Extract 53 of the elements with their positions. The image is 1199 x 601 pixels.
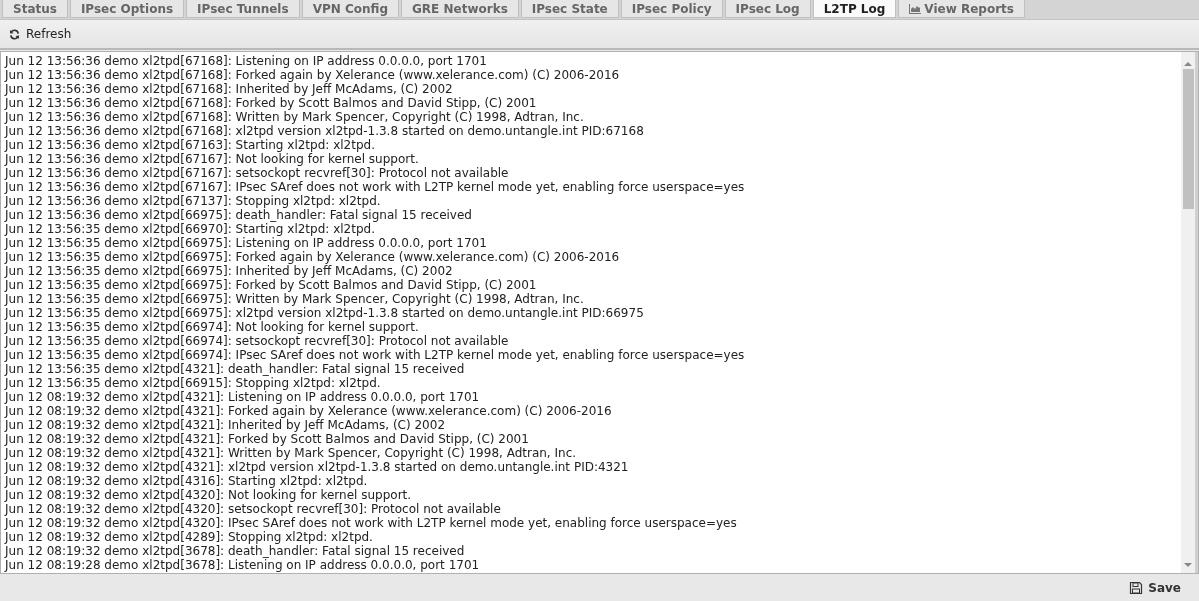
- refresh-icon: [9, 28, 20, 40]
- log-line: Jun 12 13:56:35 demo xl2tpd[4321]: death_handler: Fatal signal 15 received: [5, 362, 466, 376]
- log-line: Jun 12 08:19:32 demo xl2tpd[4320]: setsockopt recvref[30]: Protocol not available: [5, 502, 502, 516]
- tab[interactable]: Status: [2, 0, 68, 18]
- log-line: Jun 12 08:19:32 demo xl2tpd[4316]: Starting xl2tpd: xl2tpd.: [5, 474, 369, 488]
- tab[interactable]: GRE Networks: [401, 0, 519, 18]
- tab[interactable]: IPsec Options: [69, 0, 185, 18]
- tab[interactable]: VPN Config: [301, 0, 399, 18]
- log-line: Jun 12 13:56:36 demo xl2tpd[66975]: death_handler: Fatal signal 15 received: [5, 208, 473, 222]
- log-line: Jun 12 08:19:32 demo xl2tpd[4321]: Listening on IP address 0.0.0.0, port 1701: [5, 390, 481, 404]
- log-line: Jun 12 08:19:28 demo xl2tpd[3678]: Listening on IP address 0.0.0.0, port 1701: [5, 558, 481, 572]
- log-line: Jun 12 13:56:35 demo xl2tpd[66975]: Listening on IP address 0.0.0.0, port 1701: [5, 236, 488, 250]
- log-line: Jun 12 13:56:35 demo xl2tpd[66975]: xl2tpd version xl2tpd-1.3.8 started on demo.untangle.int PID:66975: [5, 306, 645, 320]
- log-line: Jun 12 13:56:35 demo xl2tpd[66974]: setsockopt recvref[30]: Protocol not available: [5, 334, 510, 348]
- log-line: Jun 12 08:19:32 demo xl2tpd[4321]: Forked again by Xelerance (www.xelerance.com) (C) 2006-2016: [5, 404, 613, 418]
- log-line: Jun 12 08:19:32 demo xl2tpd[4321]: Written by Mark Spencer, Copyright (C) 1998, Adtran, Inc.: [5, 446, 578, 460]
- log-line: Jun 12 13:56:36 demo xl2tpd[67167]: setsockopt recvref[30]: Protocol not available: [5, 166, 510, 180]
- tab[interactable]: IPsec Policy: [620, 0, 723, 18]
- log-line: Jun 12 08:19:32 demo xl2tpd[4321]: xl2tpd version xl2tpd-1.3.8 started on demo.untangle.int PID:4321: [5, 460, 630, 474]
- tab[interactable]: View Reports: [898, 0, 1025, 18]
- log-line: Jun 12 13:56:35 demo xl2tpd[66915]: Stopping xl2tpd: xl2tpd.: [5, 376, 382, 390]
- tab[interactable]: IPsec Log: [724, 0, 811, 18]
- tab[interactable]: IPsec State: [520, 0, 619, 18]
- log-line: Jun 12 13:56:35 demo xl2tpd[66975]: Forked by Scott Balmos and David Stipp, (C) 2001: [5, 278, 538, 292]
- save-button[interactable]: Save: [1123, 579, 1187, 596]
- scrollbar[interactable]: [1181, 52, 1198, 573]
- log-line: Jun 12 13:56:36 demo xl2tpd[67168]: xl2tpd version xl2tpd-1.3.8 started on demo.untangle.int PID:67168: [5, 124, 645, 138]
- log-line: Jun 12 13:56:35 demo xl2tpd[66975]: Inherited by Jeff McAdams, (C) 2002: [5, 264, 454, 278]
- log-line: Jun 12 08:19:32 demo xl2tpd[4321]: Inherited by Jeff McAdams, (C) 2002: [5, 418, 446, 432]
- log-line: Jun 12 13:56:35 demo xl2tpd[66975]: Written by Mark Spencer, Copyright (C) 1998, Adtran, Inc.: [5, 292, 585, 306]
- log-line: Jun 12 13:56:36 demo xl2tpd[67167]: Not looking for kernel support.: [5, 152, 420, 166]
- log-line: Jun 12 13:56:35 demo xl2tpd[66974]: Not looking for kernel support.: [5, 320, 420, 334]
- tab[interactable]: IPsec Tunnels: [186, 0, 300, 18]
- log-line: Jun 12 13:56:36 demo xl2tpd[67167]: IPsec SAref does not work with L2TP kernel mode yet, enabling force userspace=yes: [5, 180, 746, 194]
- log-line: Jun 12 13:56:35 demo xl2tpd[66970]: Starting xl2tpd: xl2tpd.: [5, 222, 376, 236]
- log-line: Jun 12 08:19:32 demo xl2tpd[4289]: Stopping xl2tpd: xl2tpd.: [5, 530, 374, 544]
- log-line: Jun 12 13:56:35 demo xl2tpd[66975]: Forked again by Xelerance (www.xelerance.com) (C) 2006-2016: [5, 250, 621, 264]
- log-line: Jun 12 13:56:36 demo xl2tpd[67137]: Stopping xl2tpd: xl2tpd.: [5, 194, 382, 208]
- area-chart-icon: [909, 3, 922, 14]
- log-text-area[interactable]: [0, 51, 1199, 574]
- log-line: Jun 12 13:56:36 demo xl2tpd[67168]: Inherited by Jeff McAdams, (C) 2002: [5, 82, 454, 96]
- log-line: Jun 12 13:56:36 demo xl2tpd[67168]: Forked again by Xelerance (www.xelerance.com) (C) 2006-2016: [5, 68, 621, 82]
- tab[interactable]: L2TP Log: [812, 0, 897, 18]
- log-line: Jun 12 08:19:32 demo xl2tpd[4320]: IPsec SAref does not work with L2TP kernel mode yet, enabling force userspace=yes: [5, 516, 738, 530]
- log-line: Jun 12 08:19:32 demo xl2tpd[4321]: Forked by Scott Balmos and David Stipp, (C) 2001: [5, 432, 530, 446]
- log-line: Jun 12 08:19:32 demo xl2tpd[4320]: Not looking for kernel support.: [5, 488, 413, 502]
- log-line: Jun 12 13:56:36 demo xl2tpd[67168]: Listening on IP address 0.0.0.0, port 1701: [5, 54, 488, 68]
- log-line: Jun 12 13:56:36 demo xl2tpd[67163]: Starting xl2tpd: xl2tpd.: [5, 138, 376, 152]
- log-line: Jun 12 13:56:36 demo xl2tpd[67168]: Written by Mark Spencer, Copyright (C) 1998, Adtran, Inc.: [5, 110, 585, 124]
- refresh-button[interactable]: Refresh: [6, 25, 75, 43]
- log-line: Jun 12 13:56:35 demo xl2tpd[66974]: IPsec SAref does not work with L2TP kernel mode yet, enabling force userspace=yes: [5, 348, 746, 362]
- log-line: Jun 12 13:56:36 demo xl2tpd[67168]: Forked by Scott Balmos and David Stipp, (C) 2001: [5, 96, 538, 110]
- log-line: Jun 12 08:19:32 demo xl2tpd[3678]: death_handler: Fatal signal 15 received: [5, 544, 466, 558]
